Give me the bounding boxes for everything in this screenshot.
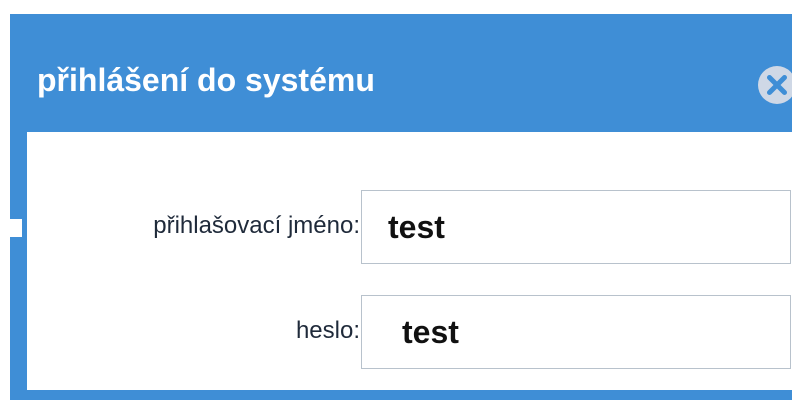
dialog-title: přihlášení do systému <box>37 62 375 98</box>
username-input[interactable] <box>361 190 791 264</box>
login-dialog: přihlášení do systému přihlašovací jméno… <box>10 14 792 400</box>
password-label: heslo: <box>295 317 360 344</box>
close-circle-icon <box>759 67 792 103</box>
close-button[interactable] <box>758 66 792 104</box>
login-form: přihlašovací jméno: heslo: <box>27 132 792 390</box>
password-input[interactable] <box>361 295 791 369</box>
username-label: přihlašovací jméno: <box>153 212 360 239</box>
dialog-side-handle <box>10 219 22 237</box>
password-row: heslo: <box>27 295 792 369</box>
username-row: přihlašovací jméno: <box>27 190 792 264</box>
dialog-titlebar: přihlášení do systému <box>10 14 792 132</box>
